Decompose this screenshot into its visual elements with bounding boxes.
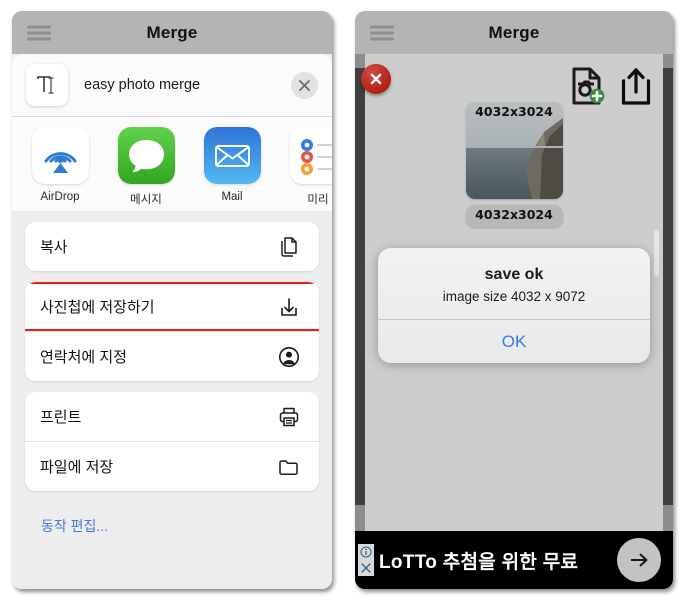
ad-badges	[358, 544, 375, 576]
photo-thumbnail[interactable]: 4032x3024	[465, 205, 563, 227]
close-icon[interactable]	[291, 71, 318, 99]
alert-message: image size 4032 x 9072	[442, 289, 586, 304]
right-edge-top	[663, 54, 673, 68]
share-app-messages[interactable]: 메시지	[116, 127, 176, 207]
airdrop-icon	[31, 127, 89, 184]
action-label: 복사	[40, 239, 68, 256]
thumbnail-size-label: 4032x3024	[475, 207, 553, 222]
arrow-right-icon[interactable]	[617, 538, 661, 582]
right-phone-panel: Merge 4032x3024 4032x3024 save ok image …	[355, 11, 673, 589]
action-row-save-to-photos[interactable]: 사진첩에 저장하기	[25, 282, 319, 331]
action-label: 프린트	[40, 409, 82, 426]
photo-scroll-area[interactable]: 4032x3024 4032x3024 save ok image size 4…	[361, 54, 663, 531]
share-app-mail[interactable]: Mail	[202, 127, 262, 203]
app-name-label: easy photo merge	[84, 77, 201, 93]
share-app-airdrop[interactable]: AirDrop	[30, 127, 90, 203]
action-label: 파일에 저장	[40, 459, 114, 476]
screenshot-root: Merge easy photo merge AirDrop 메시지 Mail …	[0, 0, 686, 600]
action-group: 복사	[25, 222, 319, 271]
hamburger-icon[interactable]	[27, 25, 51, 40]
left-edge-bottom	[355, 505, 365, 531]
left-phone-panel: Merge easy photo merge AirDrop 메시지 Mail …	[12, 11, 332, 589]
info-icon[interactable]	[358, 544, 374, 560]
edit-actions-link[interactable]: 동작 편집...	[25, 502, 319, 536]
action-row-save-to-files[interactable]: 파일에 저장	[25, 441, 319, 491]
share-app-label: 메시지	[130, 194, 162, 206]
left-titlebar: Merge	[12, 11, 332, 54]
share-app-label: Mail	[221, 191, 243, 203]
thumbnail-size-label: 4032x3024	[475, 104, 553, 119]
share-sheet: easy photo merge AirDrop 메시지 Mail 미리 복사 …	[12, 54, 332, 589]
photo-thumbnail[interactable]: 4032x3024	[465, 102, 563, 199]
share-icon[interactable]	[620, 66, 652, 106]
action-row-print[interactable]: 프린트	[25, 392, 319, 441]
share-action-list: 복사 사진첩에 저장하기 연락처에 지정 프린트 파일에 저장 동작 편집...	[12, 211, 332, 536]
page-title: Merge	[146, 22, 198, 42]
right-titlebar: Merge	[355, 11, 673, 54]
left-edge-top	[355, 54, 365, 68]
share-sheet-header: easy photo merge	[12, 54, 332, 116]
page-title: Merge	[488, 22, 540, 42]
right-edge-strip	[663, 54, 673, 531]
close-icon[interactable]	[358, 560, 374, 576]
add-photo-document-icon[interactable]	[570, 66, 606, 106]
alert-title: save ok	[484, 266, 544, 283]
share-app-reminders[interactable]: 미리	[288, 127, 332, 207]
text-cursor-icon	[26, 64, 68, 106]
ad-banner[interactable]: LoTTo 추첨을 위한 무료	[355, 531, 673, 589]
contact-icon	[274, 342, 304, 372]
canvas-toolbar	[570, 66, 652, 106]
messages-icon	[117, 127, 175, 184]
right-edge-bottom	[663, 505, 673, 531]
save-alert-dialog: save ok image size 4032 x 9072 OK	[378, 248, 650, 363]
action-group: 사진첩에 저장하기 연락처에 지정	[25, 282, 319, 381]
merge-canvas: 4032x3024 4032x3024 save ok image size 4…	[355, 54, 673, 589]
copy-icon	[274, 232, 304, 262]
thumbnail-list: 4032x3024 4032x3024	[365, 102, 663, 227]
save-to-photos-icon	[274, 292, 304, 322]
mail-icon	[203, 127, 261, 184]
share-app-row: AirDrop 메시지 Mail 미리	[12, 117, 332, 211]
close-circle-icon[interactable]	[361, 64, 391, 94]
printer-icon	[274, 402, 304, 432]
action-row-assign-to-contact[interactable]: 연락처에 지정	[25, 331, 319, 381]
share-app-label: 미리	[307, 194, 329, 206]
reminders-icon	[289, 127, 332, 184]
ad-text: LoTTo 추첨을 위한 무료	[379, 551, 579, 573]
alert-body: save ok image size 4032 x 9072	[378, 248, 650, 319]
alert-ok-button[interactable]: OK	[378, 320, 650, 363]
vertical-scrollbar[interactable]	[654, 230, 659, 276]
share-app-label: AirDrop	[40, 191, 80, 203]
action-label: 연락처에 지정	[40, 349, 127, 366]
left-edge-strip	[355, 54, 365, 531]
action-label: 사진첩에 저장하기	[40, 299, 155, 316]
folder-icon	[274, 452, 304, 482]
action-group: 프린트 파일에 저장	[25, 392, 319, 491]
hamburger-icon[interactable]	[370, 25, 394, 40]
action-row-copy[interactable]: 복사	[25, 222, 319, 271]
